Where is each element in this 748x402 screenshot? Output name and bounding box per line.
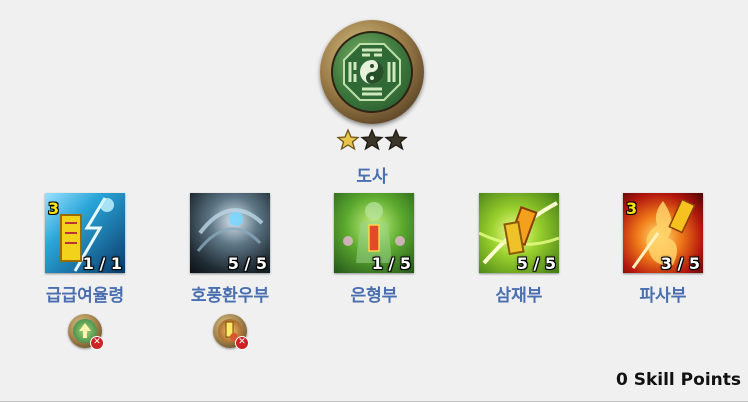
- talisman-lightning-icon[interactable]: 3 1 / 1: [45, 193, 125, 273]
- locked-x-icon: ✕: [90, 336, 104, 350]
- skill-rank: 5 / 5: [516, 254, 556, 273]
- skill-rank: 1 / 5: [371, 254, 411, 273]
- fire-talisman-icon: ✕: [213, 314, 249, 350]
- class-name: 도사: [356, 167, 388, 187]
- skill-rank: 5 / 5: [227, 254, 267, 273]
- star-empty-icon: [360, 128, 384, 151]
- star-empty-icon: [384, 128, 408, 151]
- stealth-spirit-icon[interactable]: 1 / 5: [334, 193, 414, 273]
- locked-x-icon: ✕: [235, 336, 249, 350]
- skill-rank: 3 / 5: [660, 254, 700, 273]
- skill-rank: 1 / 1: [82, 254, 122, 273]
- triple-talisman-icon[interactable]: 5 / 5: [479, 193, 559, 273]
- whirlwind-icon[interactable]: 5 / 5: [190, 193, 270, 273]
- skill-points-counter: 0 Skill Points: [615, 370, 741, 390]
- class-emblem-icon: [320, 20, 424, 124]
- skill-name: 삼재부: [495, 286, 543, 306]
- star-filled-icon: [336, 128, 360, 151]
- skill-name: 파사부: [639, 286, 687, 306]
- skill-required-level: 3: [48, 199, 60, 218]
- class-star-rating: [336, 128, 408, 152]
- skill-name: 급급여율령: [45, 286, 125, 306]
- skill-name: 호풍환우부: [190, 286, 270, 306]
- buff-arrow-icon: ✕: [68, 314, 104, 350]
- flame-strike-icon[interactable]: 3 3 / 5: [623, 193, 703, 273]
- skill-required-level: 3: [626, 199, 638, 218]
- skill-name: 은형부: [350, 286, 398, 306]
